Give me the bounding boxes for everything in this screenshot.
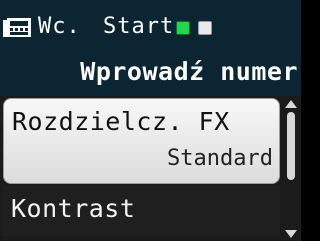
menu-item-fax-resolution[interactable]: Rozdzielcz. FX Standard [3,98,280,184]
header-bar: Wc. Start Wprowadź numer [0,0,301,96]
status-indicator-green [176,21,190,35]
start-label: Start [103,14,175,39]
scrollbar-thumb[interactable] [287,112,295,180]
menu-item-label: Kontrast [11,194,136,223]
menu-item-contrast[interactable]: Kontrast [3,186,280,236]
prompt-text: Wprowadź numer [80,57,298,86]
scroll-down-arrow-icon[interactable] [285,230,297,238]
menu-item-value: Standard [167,146,273,171]
lcd-screen: Wc. Start Wprowadź numer Rozdzielcz. FX … [0,0,301,241]
scroll-up-arrow-icon[interactable] [285,100,297,108]
mode-label: Wc. [38,14,81,39]
scrollbar[interactable] [284,100,298,238]
status-row: Wc. Start [0,0,301,52]
menu-item-label: Rozdzielcz. FX [12,107,230,136]
fax-machine-icon [3,18,31,37]
status-indicator-white [198,21,212,35]
